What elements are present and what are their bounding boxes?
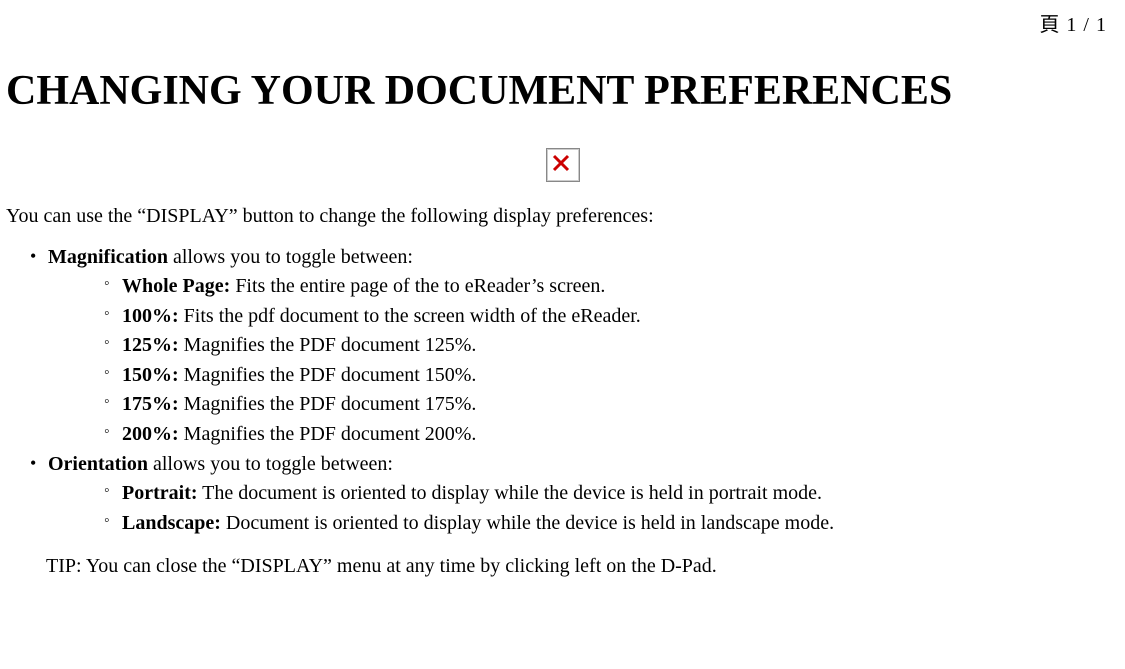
broken-image-icon: [546, 148, 580, 182]
list-item: Magnification allows you to toggle betwe…: [34, 244, 1119, 449]
list-item: Landscape: Document is oriented to displ…: [108, 510, 1119, 538]
section-label: Orientation: [48, 453, 148, 475]
image-placeholder-wrap: [6, 148, 1119, 187]
option-text: Magnifies the PDF document 175%.: [179, 393, 477, 415]
section-rest: allows you to toggle between:: [148, 453, 393, 475]
list-item: 125%: Magnifies the PDF document 125%.: [108, 332, 1119, 360]
option-label: Portrait:: [122, 482, 198, 504]
option-text: Fits the entire page of the to eReader’s…: [230, 275, 605, 297]
list-item: Portrait: The document is oriented to di…: [108, 480, 1119, 508]
list-item: 200%: Magnifies the PDF document 200%.: [108, 421, 1119, 449]
list-item: Whole Page: Fits the entire page of the …: [108, 273, 1119, 301]
list-item: Orientation allows you to toggle between…: [34, 451, 1119, 538]
intro-text: You can use the “DISPLAY” button to chan…: [6, 205, 1119, 228]
option-label: 175%:: [122, 393, 179, 415]
option-label: 200%:: [122, 423, 179, 445]
list-item: 175%: Magnifies the PDF document 175%.: [108, 391, 1119, 419]
document-page: 頁 1 / 1 CHANGING YOUR DOCUMENT PREFERENC…: [0, 0, 1125, 598]
section-label: Magnification: [48, 246, 168, 268]
option-text: Magnifies the PDF document 125%.: [179, 334, 477, 356]
option-label: 100%:: [122, 305, 179, 327]
option-text: Magnifies the PDF document 150%.: [179, 364, 477, 386]
section-rest: allows you to toggle between:: [168, 246, 413, 268]
option-text: Fits the pdf document to the screen widt…: [179, 305, 641, 327]
tip-text: TIP: You can close the “DISPLAY” menu at…: [46, 555, 1119, 578]
page-indicator: 頁 1 / 1: [6, 8, 1119, 37]
page-title: CHANGING YOUR DOCUMENT PREFERENCES: [6, 65, 1119, 118]
option-text: The document is oriented to display whil…: [198, 482, 822, 504]
list-item: 100%: Fits the pdf document to the scree…: [108, 303, 1119, 331]
option-text: Magnifies the PDF document 200%.: [179, 423, 477, 445]
sublist: Whole Page: Fits the entire page of the …: [108, 273, 1119, 449]
option-label: 125%:: [122, 334, 179, 356]
sublist: Portrait: The document is oriented to di…: [108, 480, 1119, 537]
preference-list: Magnification allows you to toggle betwe…: [34, 244, 1119, 538]
option-label: Landscape:: [122, 512, 221, 534]
option-text: Document is oriented to display while th…: [221, 512, 834, 534]
list-item: 150%: Magnifies the PDF document 150%.: [108, 362, 1119, 390]
option-label: 150%:: [122, 364, 179, 386]
option-label: Whole Page:: [122, 275, 230, 297]
